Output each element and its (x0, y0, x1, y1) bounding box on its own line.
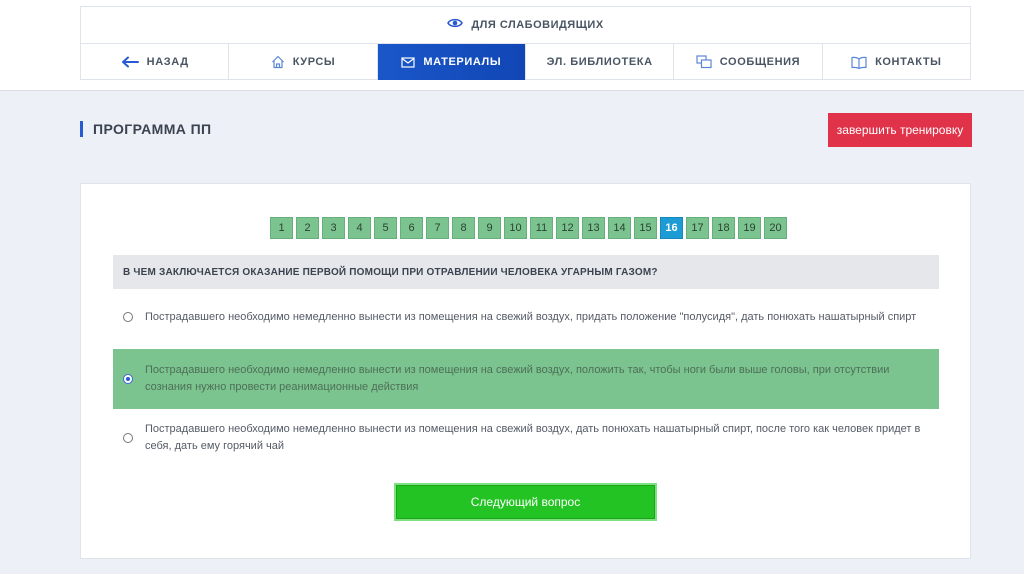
nav-back-label: НАЗАД (146, 56, 189, 68)
page-button-18[interactable]: 18 (712, 217, 735, 239)
page-button-14[interactable]: 14 (608, 217, 631, 239)
page-button-15[interactable]: 15 (634, 217, 657, 239)
next-question-button[interactable]: Следующий вопрос (394, 483, 657, 521)
answer-option-2[interactable]: Пострадавшего необходимо немедленно выне… (113, 349, 939, 409)
answer-text-2: Пострадавшего необходимо немедленно выне… (145, 364, 890, 393)
eye-icon (447, 16, 464, 34)
page-button-6[interactable]: 6 (400, 217, 423, 239)
book-icon (851, 56, 867, 69)
page-button-3[interactable]: 3 (322, 217, 345, 239)
answer-option-1[interactable]: Пострадавшего необходимо немедленно выне… (113, 296, 939, 338)
nav-contacts-label: КОНТАКТЫ (875, 56, 942, 68)
page-button-13[interactable]: 13 (582, 217, 605, 239)
envelope-icon (401, 56, 416, 68)
nav-library[interactable]: ЭЛ. БИБЛИОТЕКА (526, 44, 675, 80)
answer-option-3[interactable]: Пострадавшего необходимо немедленно выне… (113, 417, 939, 459)
page-button-17[interactable]: 17 (686, 217, 709, 239)
answer-text-1: Пострадавшего необходимо немедленно выне… (145, 310, 917, 323)
nav-courses-label: КУРСЫ (292, 56, 336, 68)
question-pager: 1 2 3 4 5 6 7 8 9 10 11 12 13 14 15 16 17 18 19 20 (270, 217, 787, 239)
page-button-2[interactable]: 2 (296, 217, 319, 239)
page-button-20[interactable]: 20 (764, 217, 787, 239)
answer-radio-2[interactable] (123, 374, 133, 384)
page-button-19[interactable]: 19 (738, 217, 761, 239)
page-button-12[interactable]: 12 (556, 217, 579, 239)
quiz-card: 1 2 3 4 5 6 7 8 9 10 11 12 13 14 15 16 17 18 19 20 В ЧЕМ ЗА… (80, 183, 971, 559)
arrow-left-icon (121, 56, 139, 68)
page-button-5[interactable]: 5 (374, 217, 397, 239)
page-button-9[interactable]: 9 (478, 217, 501, 239)
page-button-11[interactable]: 11 (530, 217, 553, 239)
site-header: ДЛЯ СЛАБОВИДЯЩИХ НАЗАД КУРСЫ МАТЕРИАЛЫ Э… (80, 6, 971, 80)
page-button-7[interactable]: 7 (426, 217, 449, 239)
answer-text-3: Пострадавшего необходимо немедленно выне… (145, 423, 921, 452)
nav-materials-label: МАТЕРИАЛЫ (423, 56, 502, 68)
nav-courses[interactable]: КУРСЫ (229, 44, 378, 80)
answer-radio-1[interactable] (123, 312, 133, 322)
question-text: В ЧЕМ ЗАКЛЮЧАЕТСЯ ОКАЗАНИЕ ПЕРВОЙ ПОМОЩИ… (113, 255, 939, 289)
nav-messages[interactable]: СООБЩЕНИЯ (674, 44, 823, 80)
accessibility-toggle[interactable]: ДЛЯ СЛАБОВИДЯЩИХ (81, 7, 970, 44)
nav-library-label: ЭЛ. БИБЛИОТЕКА (546, 56, 653, 68)
page-button-10[interactable]: 10 (504, 217, 527, 239)
page-button-4[interactable]: 4 (348, 217, 371, 239)
finish-training-button[interactable]: завершить тренировку (828, 113, 972, 147)
main-nav: НАЗАД КУРСЫ МАТЕРИАЛЫ ЭЛ. БИБЛИОТЕКА СОО… (81, 44, 970, 80)
page-title: ПРОГРАММА ПП (80, 121, 212, 137)
top-header-area: ДЛЯ СЛАБОВИДЯЩИХ НАЗАД КУРСЫ МАТЕРИАЛЫ Э… (0, 0, 1024, 90)
home-icon (271, 55, 285, 69)
nav-contacts[interactable]: КОНТАКТЫ (823, 44, 970, 80)
page-button-16[interactable]: 16 (660, 217, 683, 239)
nav-back[interactable]: НАЗАД (81, 44, 230, 80)
messages-icon (696, 55, 712, 69)
accessibility-label: ДЛЯ СЛАБОВИДЯЩИХ (471, 19, 604, 31)
page-button-1[interactable]: 1 (270, 217, 293, 239)
nav-messages-label: СООБЩЕНИЯ (719, 56, 801, 68)
answer-radio-3[interactable] (123, 433, 133, 443)
nav-materials[interactable]: МАТЕРИАЛЫ (377, 44, 526, 80)
page-button-8[interactable]: 8 (452, 217, 475, 239)
